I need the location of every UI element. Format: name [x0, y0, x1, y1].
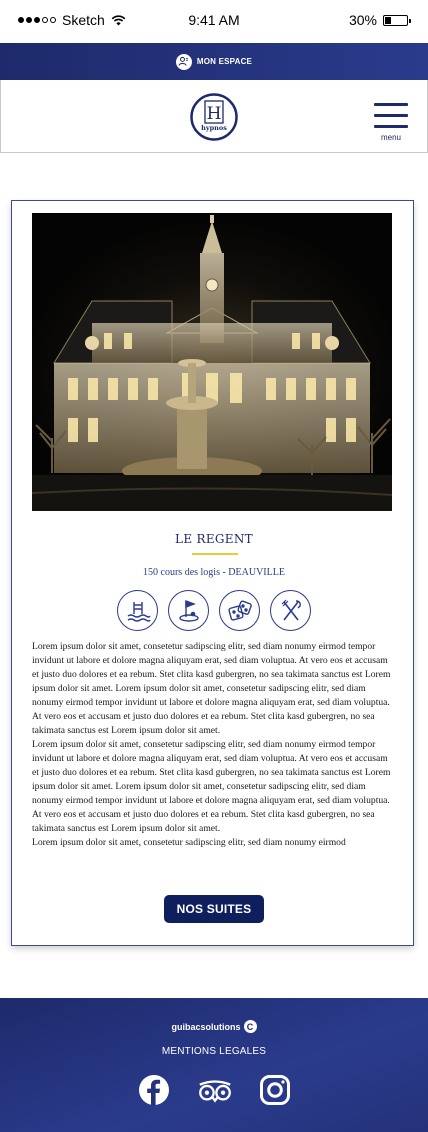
instagram-icon[interactable]: [258, 1074, 292, 1106]
description-paragraph: Lorem ipsum dolor sit amet, consetetur s…: [32, 837, 346, 848]
hypnos-logo[interactable]: H hypnos: [190, 93, 238, 141]
user-icon[interactable]: [175, 53, 192, 70]
battery-icon: [383, 14, 411, 26]
logo-letter: H: [207, 104, 222, 124]
social-links: [137, 1074, 292, 1106]
menu-button[interactable]: menu: [372, 103, 410, 143]
logo-text: hypnos: [201, 124, 227, 132]
casino-dice-icon: [219, 590, 260, 631]
site-footer: guibacsolutions C MENTIONS LEGALES: [0, 998, 428, 1132]
battery-percent: 30%: [348, 12, 377, 28]
hotel-photo: [32, 213, 392, 511]
description-paragraph: Lorem ipsum dolor sit amet, consetetur s…: [32, 641, 391, 736]
battery-status: 30%: [348, 12, 411, 28]
hotel-description: Lorem ipsum dolor sit amet, consetetur s…: [32, 640, 394, 876]
tripadvisor-icon[interactable]: [198, 1074, 232, 1106]
amenities-list: [117, 590, 311, 631]
description-paragraph: Lorem ipsum dolor sit amet, consetetur s…: [32, 739, 391, 834]
footer-brand[interactable]: guibacsolutions C: [0, 1020, 428, 1033]
legal-notice-link[interactable]: MENTIONS LEGALES: [0, 1046, 428, 1057]
hotel-address: 150 cours des logis - DEAUVILLE: [143, 567, 285, 578]
account-label[interactable]: MON ESPACE: [197, 57, 252, 66]
nos-suites-button[interactable]: NOS SUITES: [164, 895, 264, 923]
brand-name[interactable]: guibacsolutions: [171, 1022, 240, 1032]
restaurant-icon: [270, 590, 311, 631]
hotel-name: LE REGENT: [175, 532, 253, 546]
golf-icon: [168, 590, 209, 631]
menu-label[interactable]: menu: [372, 133, 410, 142]
account-bar[interactable]: MON ESPACE: [0, 43, 428, 80]
pool-icon: [117, 590, 158, 631]
copyright-badge: C: [243, 1020, 257, 1033]
title-underline: [192, 553, 238, 555]
facebook-icon[interactable]: [137, 1074, 171, 1106]
status-bar: Sketch 9:41 AM 30%: [0, 0, 428, 42]
